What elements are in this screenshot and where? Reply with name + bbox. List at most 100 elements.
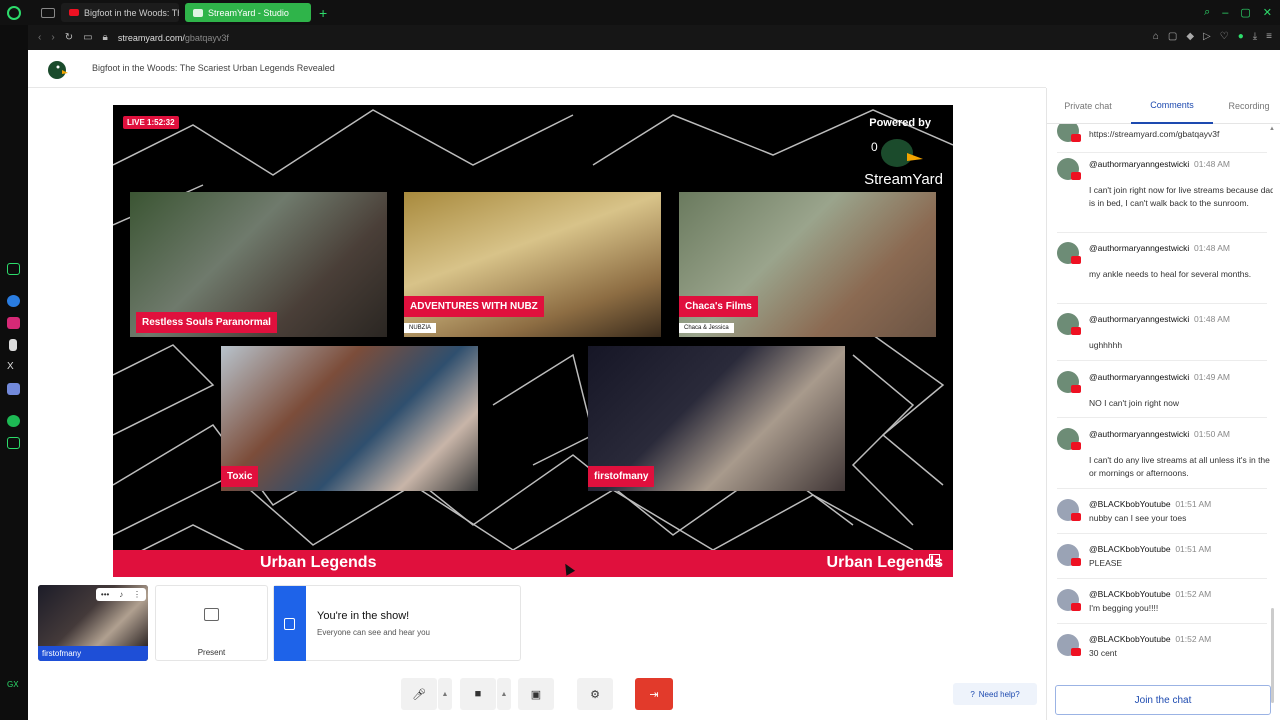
video-feed-adventures-with-nubz[interactable]: ADVENTURES WITH NUBZ NUBZIA xyxy=(404,192,661,337)
gear-icon: ⚙ xyxy=(590,688,600,701)
instagram-icon[interactable] xyxy=(7,317,20,329)
pin-icon[interactable]: ⌂ xyxy=(1153,31,1159,42)
scroll-up-icon[interactable]: ▲ xyxy=(1269,126,1275,132)
self-name-label: firstofmany xyxy=(38,646,148,661)
comment-user: @BLACKbobYoutube xyxy=(1089,589,1171,599)
studio-header: Bigfoot in the Woods: The Scariest Urban… xyxy=(28,50,1046,88)
forward-icon[interactable]: › xyxy=(51,32,54,43)
chevron-up-icon: ▲ xyxy=(500,690,508,698)
need-help-button[interactable]: ? Need help? xyxy=(953,683,1037,705)
messenger-icon[interactable] xyxy=(7,295,20,307)
powered-by-label: Powered by xyxy=(869,117,931,129)
new-tab-plus-icon[interactable]: + xyxy=(319,5,327,21)
self-camera-tile[interactable]: ••• ♪ ⋮ firstofmany xyxy=(38,585,148,661)
streamyard-duck-logo[interactable] xyxy=(44,58,68,80)
maximize-icon[interactable]: ▢ xyxy=(1240,6,1250,19)
play-icon[interactable]: ▷ xyxy=(1203,31,1211,42)
spotify-icon[interactable] xyxy=(7,415,20,427)
camera-icon[interactable]: ▭ xyxy=(83,32,92,43)
shield-icon[interactable]: ◆ xyxy=(1186,31,1194,42)
send-icon[interactable] xyxy=(7,437,20,449)
live-timer-badge: LIVE 1:52:32 xyxy=(123,116,179,129)
back-icon[interactable]: ‹ xyxy=(38,32,41,43)
tab-comments[interactable]: Comments xyxy=(1131,88,1213,124)
browser-tab-youtube[interactable]: Bigfoot in the Woods: The xyxy=(61,3,179,22)
youtube-badge-icon xyxy=(1071,256,1081,264)
divider xyxy=(1057,623,1267,624)
comment-text: 30 cent xyxy=(1089,648,1117,658)
heart-icon[interactable]: ♡ xyxy=(1220,31,1229,42)
fullscreen-icon[interactable] xyxy=(929,554,940,565)
divider xyxy=(1057,152,1267,153)
youtube-icon xyxy=(69,9,79,16)
camera-options-button[interactable]: ▲ xyxy=(497,678,511,710)
sidebar-app-icon[interactable] xyxy=(7,263,20,275)
gx-icon[interactable]: GX xyxy=(7,680,20,692)
need-help-label: Need help? xyxy=(978,689,1020,699)
browser-tab-streamyard[interactable]: StreamYard - Studio xyxy=(185,3,311,22)
feed-name-tag: Restless Souls Paranormal xyxy=(136,312,277,333)
menu-icon[interactable]: ≡ xyxy=(1266,31,1272,42)
minimize-icon[interactable]: – xyxy=(1222,7,1228,19)
search-icon[interactable]: ⌕ xyxy=(1204,6,1210,19)
leave-studio-button[interactable]: ⇥ xyxy=(635,678,673,710)
mic-icon: 🎤︎ xyxy=(412,688,426,701)
snapshot-icon[interactable]: ▢ xyxy=(1168,31,1177,42)
banner-text-left: Urban Legends xyxy=(260,554,377,571)
video-feed-chacas-films[interactable]: Chaca's Films Chaca & Jessica xyxy=(679,192,936,337)
comment-time: 01:48 AM xyxy=(1194,314,1230,324)
in-show-notice: You're in the show! Everyone can see and… xyxy=(273,585,521,661)
comment-user: @authormaryanngestwicki xyxy=(1089,429,1190,439)
tab-private-chat[interactable]: Private chat xyxy=(1057,88,1119,124)
comment-item: https://streamyard.com/gbatqayv3f xyxy=(1057,124,1271,148)
comment-time: 01:52 AM xyxy=(1175,634,1212,644)
side-panel: Private chat Comments Recording https://… xyxy=(1046,88,1280,720)
video-feed-firstofmany[interactable]: firstofmany xyxy=(588,346,845,491)
kebab-menu-icon[interactable]: ⋮ xyxy=(133,590,141,599)
present-button[interactable]: Present xyxy=(155,585,268,661)
comments-scrollbar[interactable] xyxy=(1271,608,1274,703)
banner-text-right: Urban Legends xyxy=(826,554,943,571)
comment-time: 01:52 AM xyxy=(1175,589,1212,599)
mic-button[interactable]: 🎤︎ xyxy=(401,678,437,710)
self-tile-controls: ••• ♪ ⋮ xyxy=(96,588,146,601)
reload-icon[interactable]: ↻ xyxy=(65,32,73,43)
panel-tabs: Private chat Comments Recording xyxy=(1047,88,1280,124)
youtube-badge-icon xyxy=(1071,513,1081,521)
comment-user: @authormaryanngestwicki xyxy=(1089,159,1190,169)
tab-recording[interactable]: Recording xyxy=(1219,88,1279,124)
share-screen-button[interactable]: ▣ xyxy=(518,678,554,710)
stage-background-pattern xyxy=(113,109,953,566)
comment-user: @authormaryanngestwicki xyxy=(1089,372,1190,382)
comment-user: @authormaryanngestwicki xyxy=(1089,314,1190,324)
youtube-badge-icon xyxy=(1071,172,1081,180)
mic-options-button[interactable]: ▲ xyxy=(438,678,452,710)
workspaces-icon[interactable] xyxy=(41,7,55,18)
url-input[interactable]: streamyard.com/gbatqayv3f xyxy=(118,33,229,43)
join-chat-button[interactable]: Join the chat xyxy=(1055,685,1271,715)
comment-time: 01:51 AM xyxy=(1175,499,1212,509)
comment-text[interactable]: https://streamyard.com/gbatqayv3f xyxy=(1089,128,1273,141)
comment-user: @authormaryanngestwicki xyxy=(1089,243,1190,253)
comment-text: NO I can't join right now xyxy=(1089,398,1179,408)
divider xyxy=(1057,303,1267,304)
settings-button[interactable]: ⚙ xyxy=(577,678,613,710)
video-feed-restless-souls[interactable]: Restless Souls Paranormal xyxy=(130,192,387,337)
camera-button[interactable]: ■ xyxy=(460,678,496,710)
streamyard-wordmark: StreamYard xyxy=(864,171,943,188)
tiktok-icon[interactable] xyxy=(9,339,17,351)
download-icon[interactable]: ⤓ xyxy=(1253,31,1257,42)
x-icon[interactable]: X xyxy=(7,361,20,373)
video-camera-icon: ■ xyxy=(474,688,482,700)
discord-icon[interactable] xyxy=(7,383,20,395)
more-dots-icon[interactable]: ••• xyxy=(101,590,109,599)
mic-icon[interactable]: ♪ xyxy=(119,590,123,599)
feed-name-tag: Toxic xyxy=(221,466,259,487)
feed-name-tag: ADVENTURES WITH NUBZ xyxy=(404,296,544,317)
comment-time: 01:48 AM xyxy=(1194,159,1230,169)
account-icon[interactable]: ● xyxy=(1238,31,1244,42)
opera-logo-icon[interactable] xyxy=(7,5,21,20)
video-feed-toxic[interactable]: Toxic xyxy=(221,346,478,491)
comment-text: PLEASE xyxy=(1089,558,1123,568)
close-icon[interactable]: ✕ xyxy=(1263,6,1272,19)
